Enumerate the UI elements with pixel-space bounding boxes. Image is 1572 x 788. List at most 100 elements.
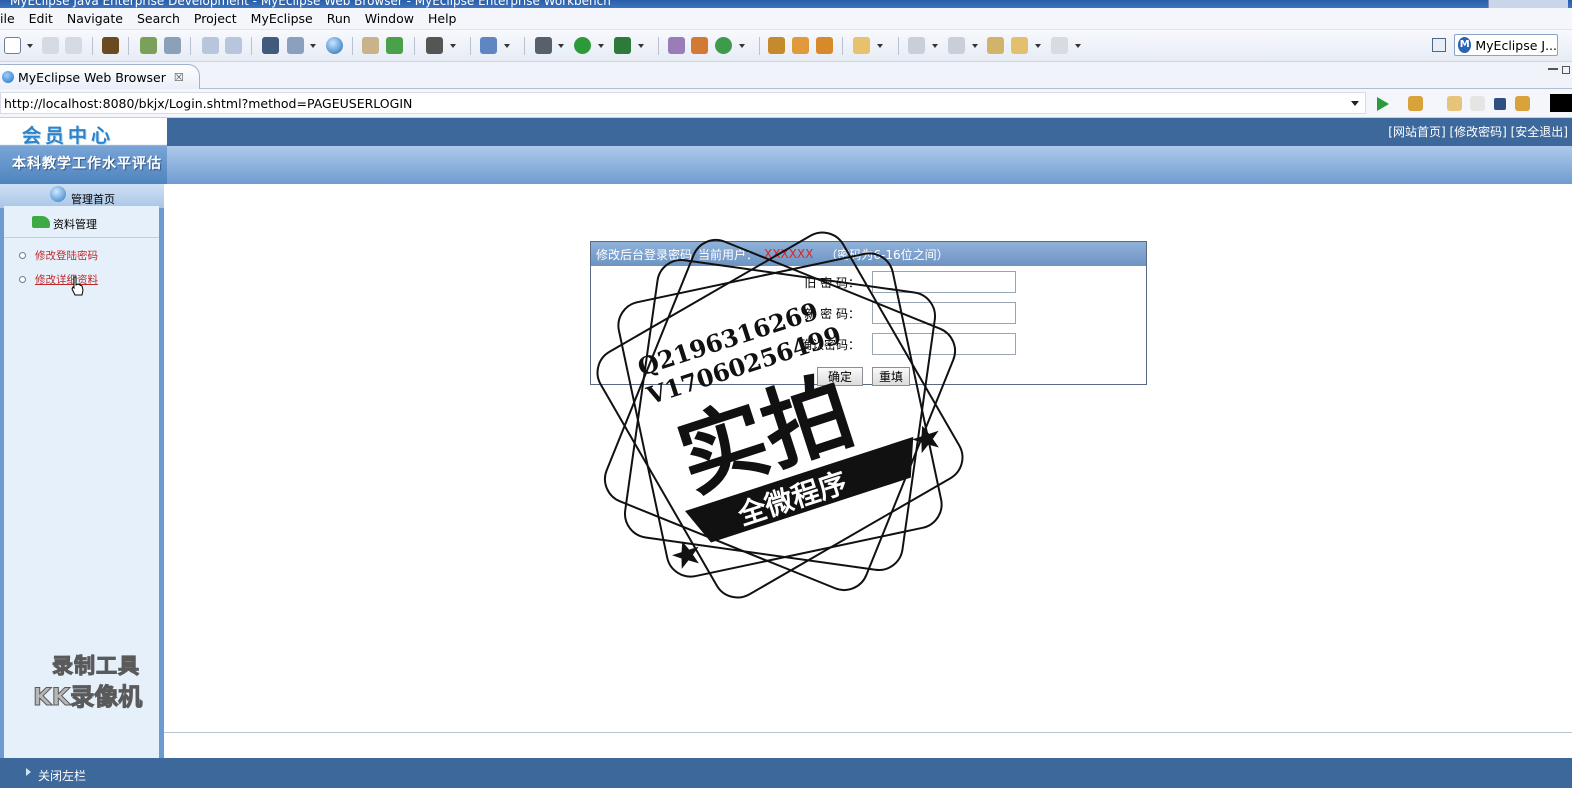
window-controls[interactable] (1488, 0, 1568, 8)
debug-dropdown-icon[interactable] (558, 44, 564, 48)
go-icon[interactable] (1377, 97, 1389, 111)
perspective-label: MyEclipse J... (1475, 37, 1557, 53)
refresh-icon[interactable] (715, 37, 732, 54)
browser-forward-icon[interactable] (1470, 96, 1485, 111)
menu-window[interactable]: Window (358, 11, 421, 26)
close-icon[interactable]: ☒ (174, 71, 184, 84)
favorites-icon[interactable] (1408, 96, 1423, 111)
pin-icon[interactable] (792, 37, 809, 54)
open-folder-icon[interactable] (768, 37, 785, 54)
menu-search[interactable]: Search (130, 11, 187, 26)
menu-myeclipse[interactable]: MyEclipse (244, 11, 320, 26)
toolbar-separator (658, 37, 659, 55)
menu-edit[interactable]: Edit (22, 11, 60, 26)
package-icon[interactable] (102, 37, 119, 54)
url-input[interactable]: http://localhost:8080/bkjx/Login.shtml?m… (0, 92, 1366, 114)
server-dropdown-icon[interactable] (310, 44, 316, 48)
main-toolbar: M MyEclipse J... (0, 30, 1572, 62)
perspective-switcher[interactable]: M MyEclipse J... (1454, 34, 1558, 56)
deploy-icon[interactable] (164, 37, 181, 54)
tools-icon[interactable] (668, 37, 685, 54)
external-tools-icon[interactable] (614, 37, 631, 54)
run-dropdown-icon[interactable] (598, 44, 604, 48)
refresh-dropdown-icon[interactable] (739, 44, 745, 48)
open-perspective-icon[interactable] (1432, 38, 1446, 52)
server-icon[interactable] (262, 37, 279, 54)
toolbar-separator (759, 37, 760, 55)
site-header-bar: [网站首页] [修改密码] [安全退出] (0, 118, 1572, 146)
menu-file[interactable]: ile (0, 11, 22, 26)
forward-icon[interactable] (1051, 37, 1068, 54)
menu-run[interactable]: Run (320, 11, 358, 26)
camera-icon[interactable] (426, 37, 443, 54)
back-dropdown-icon[interactable] (1035, 44, 1041, 48)
next-annotation-dropdown-icon[interactable] (932, 44, 938, 48)
wizard-icon[interactable] (202, 37, 219, 54)
new-class-dropdown-icon[interactable] (504, 44, 510, 48)
editor-tab-strip: MyEclipse Web Browser ☒ (0, 62, 1572, 89)
chevron-down-icon[interactable] (1351, 101, 1359, 106)
add-icon[interactable] (386, 37, 403, 54)
server-config-icon[interactable] (287, 37, 304, 54)
forward-dropdown-icon[interactable] (1075, 44, 1081, 48)
site-footer-bar: 关闭左栏 (0, 758, 1572, 788)
home-globe-icon (50, 186, 66, 202)
toolbar-separator (898, 37, 899, 55)
site-subtitle: 本科教学工作水平评估 (12, 156, 162, 172)
new-dropdown-icon[interactable] (27, 44, 33, 48)
site-logo-area: 会员中心 本科教学工作水平评估 (0, 118, 167, 184)
open-type-icon[interactable] (362, 37, 379, 54)
site-top-links[interactable]: [网站首页] [修改密码] [安全退出] (1388, 123, 1568, 140)
sidebar-item-label: 修改登陆密码 (35, 249, 98, 262)
print-icon[interactable] (65, 37, 82, 54)
menu-project[interactable]: Project (187, 11, 244, 26)
camera-dropdown-icon[interactable] (450, 44, 456, 48)
toolbar-separator (92, 37, 93, 55)
new-icon[interactable] (4, 37, 21, 54)
bullet-icon (19, 251, 26, 259)
back-icon[interactable] (1011, 37, 1028, 54)
search-dropdown-icon[interactable] (877, 44, 883, 48)
site-header-band (167, 146, 1572, 184)
sidebar-item-change-password[interactable]: 修改登陆密码 (19, 247, 98, 263)
screen: MyEclipse Java Enterprise Development - … (0, 0, 1572, 788)
stamp-watermark: Q2196316269 V17060256499 实拍 全微程序 (596, 231, 964, 599)
debug-icon[interactable] (535, 37, 552, 54)
close-sidebar-toggle[interactable]: 关闭左栏 (38, 767, 86, 784)
new-class-icon[interactable] (480, 37, 497, 54)
toolbar-separator (842, 37, 843, 55)
minimize-icon[interactable] (1548, 68, 1558, 70)
browser-address-bar: http://localhost:8080/bkjx/Login.shtml?m… (0, 89, 1572, 194)
toolbar-separator (524, 37, 525, 55)
maximize-icon[interactable] (1562, 66, 1570, 74)
run-icon[interactable] (574, 37, 591, 54)
wizard2-icon[interactable] (225, 37, 242, 54)
next-annotation-icon[interactable] (908, 37, 925, 54)
menu-navigate[interactable]: Navigate (60, 11, 130, 26)
browser-refresh-icon[interactable] (1515, 96, 1530, 111)
browser-back-icon[interactable] (1447, 96, 1462, 111)
sidebar-home[interactable]: 管理首页 (0, 184, 164, 208)
hand-cursor-icon (71, 276, 84, 296)
sidebar-item-edit-profile[interactable]: 修改详细资料 (19, 271, 98, 287)
menu-help[interactable]: Help (421, 11, 464, 26)
url-text: http://localhost:8080/bkjx/Login.shtml?m… (4, 95, 413, 111)
search-icon[interactable] (853, 37, 870, 54)
toolbar-separator (251, 37, 252, 55)
open-resource-icon[interactable] (816, 37, 833, 54)
toolbar-separator (414, 37, 415, 55)
bullet-icon (19, 275, 26, 283)
tab-web-browser[interactable]: MyEclipse Web Browser ☒ (0, 64, 200, 89)
globe-icon[interactable] (326, 37, 343, 54)
build-icon[interactable] (140, 37, 157, 54)
external-tools-dropdown-icon[interactable] (638, 44, 644, 48)
stop-icon[interactable] (1494, 98, 1506, 110)
last-edit-icon[interactable] (987, 37, 1004, 54)
sidebar-section-header[interactable]: 资料管理 (4, 206, 159, 238)
prev-annotation-icon[interactable] (948, 37, 965, 54)
browser-extra-icon[interactable] (1550, 94, 1572, 112)
prev-annotation-dropdown-icon[interactable] (972, 44, 978, 48)
save-icon[interactable] (42, 37, 59, 54)
gear-icon[interactable] (691, 37, 708, 54)
toolbar-separator (352, 37, 353, 55)
